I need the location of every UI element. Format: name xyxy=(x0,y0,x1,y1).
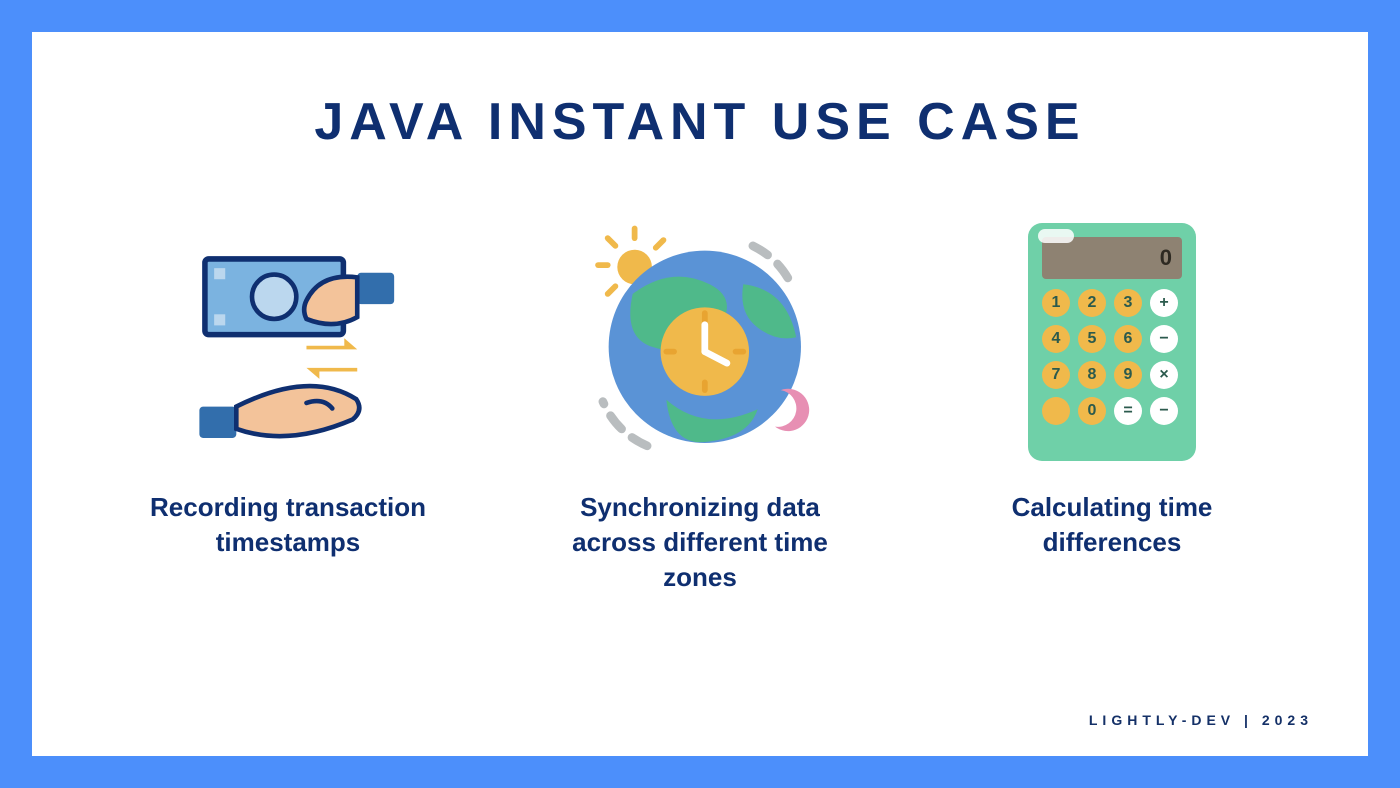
calc-key-−: − xyxy=(1150,397,1178,425)
calc-key-1: 1 xyxy=(1042,289,1070,317)
use-case-transaction: Recording transaction timestamps xyxy=(102,212,474,595)
calc-key-+: + xyxy=(1150,289,1178,317)
use-case-caption: Recording transaction timestamps xyxy=(128,490,448,560)
use-case-caption: Calculating time differences xyxy=(952,490,1272,560)
use-case-row: Recording transaction timestamps xyxy=(102,212,1298,595)
slide-title: JAVA INSTANT USE CASE xyxy=(314,92,1085,152)
calc-key-×: × xyxy=(1150,361,1178,389)
use-case-difference: 0 123+456−789×0=− Calculating time diffe… xyxy=(926,212,1298,595)
use-case-timezones: Synchronizing data across different time… xyxy=(514,212,886,595)
calculator-keys: 123+456−789×0=− xyxy=(1042,289,1182,425)
calc-key-3: 3 xyxy=(1114,289,1142,317)
calc-key-0: 0 xyxy=(1078,397,1106,425)
calc-key-blank xyxy=(1042,397,1070,425)
use-case-caption: Synchronizing data across different time… xyxy=(540,490,860,595)
money-exchange-icon xyxy=(158,212,418,472)
calc-key-5: 5 xyxy=(1078,325,1106,353)
calc-key-=: = xyxy=(1114,397,1142,425)
calc-key-9: 9 xyxy=(1114,361,1142,389)
calc-key-−: − xyxy=(1150,325,1178,353)
calc-key-2: 2 xyxy=(1078,289,1106,317)
globe-clock-icon xyxy=(570,212,830,472)
calc-key-8: 8 xyxy=(1078,361,1106,389)
calc-key-7: 7 xyxy=(1042,361,1070,389)
calc-key-6: 6 xyxy=(1114,325,1142,353)
calc-key-4: 4 xyxy=(1042,325,1070,353)
slide-card: JAVA INSTANT USE CASE xyxy=(32,32,1368,756)
calculator-display: 0 xyxy=(1042,237,1182,279)
calculator-icon: 0 123+456−789×0=− xyxy=(982,212,1242,472)
slide-frame: JAVA INSTANT USE CASE xyxy=(0,0,1400,788)
slide-footer: LIGHTLY-DEV | 2023 xyxy=(1089,712,1313,728)
